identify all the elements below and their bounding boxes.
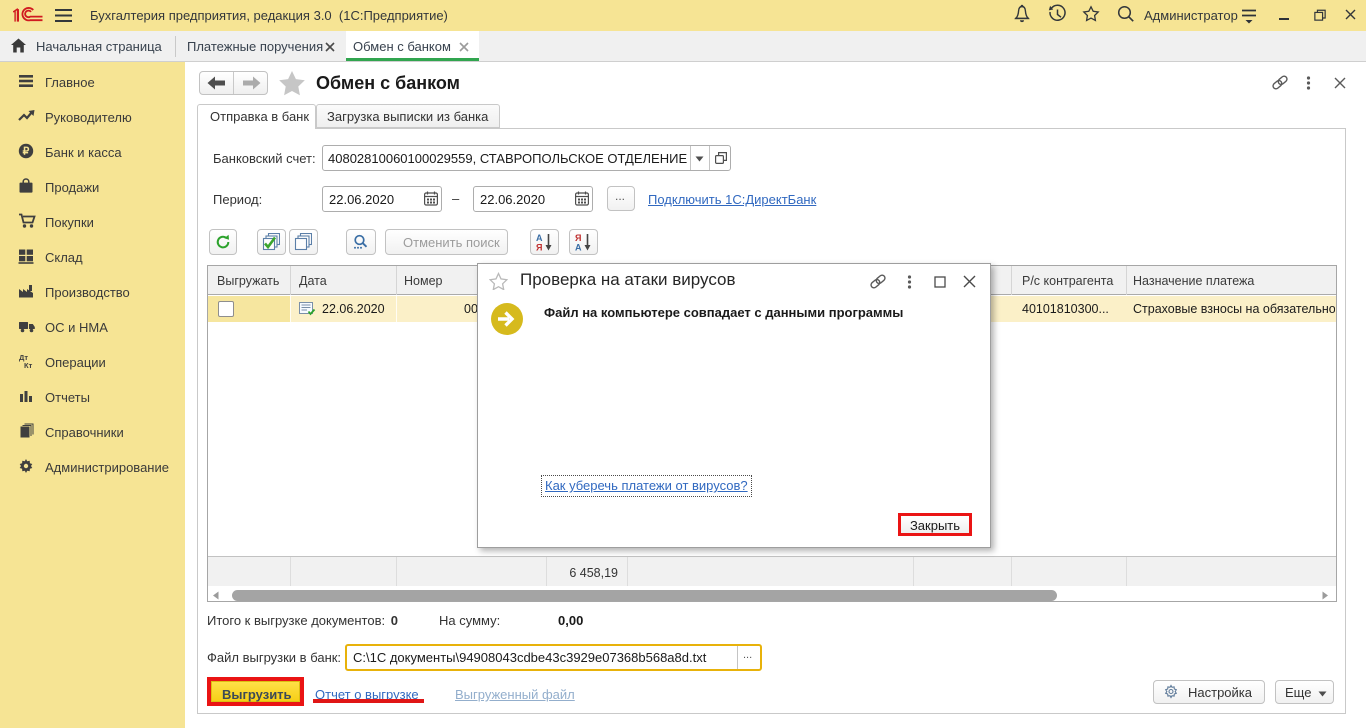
- svg-text:Кт: Кт: [24, 361, 33, 369]
- svg-text:А: А: [575, 243, 582, 253]
- svg-text:Я: Я: [536, 243, 542, 253]
- svg-text:А: А: [536, 233, 543, 243]
- svg-text:₽: ₽: [23, 146, 30, 158]
- svg-text:Я: Я: [575, 233, 581, 243]
